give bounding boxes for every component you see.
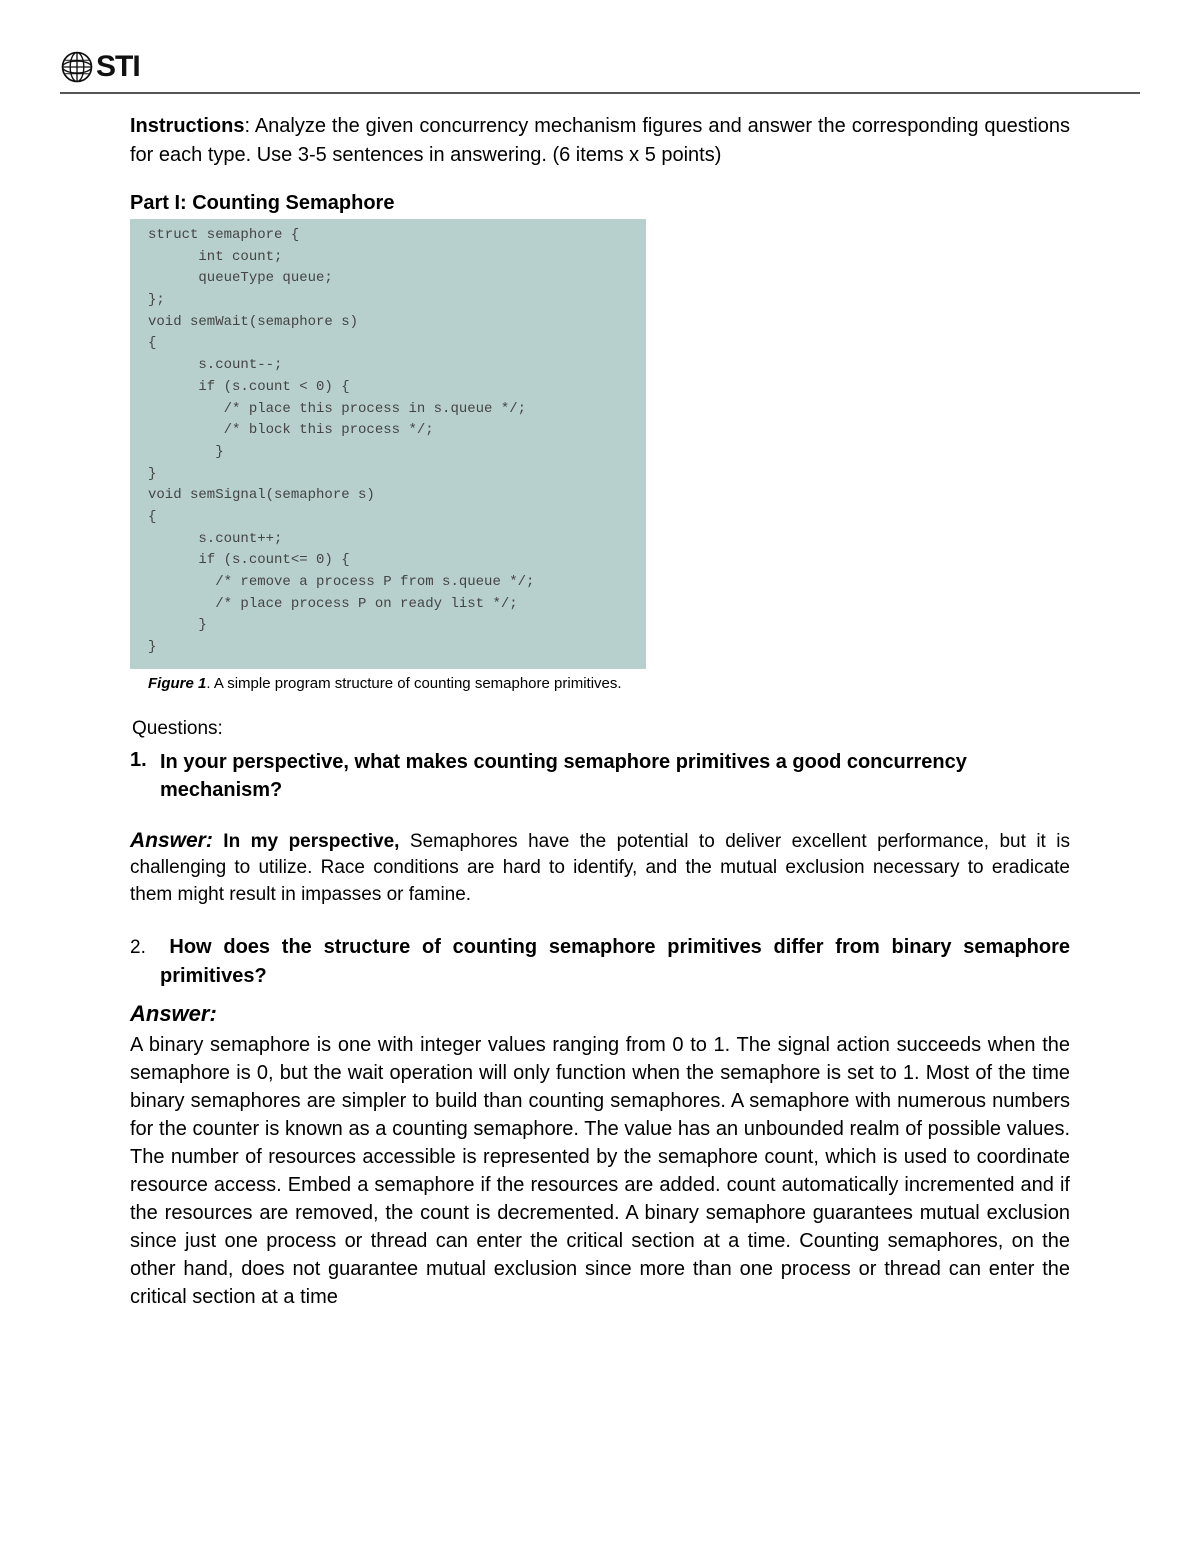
question-2-text: How does the structure of counting semap… — [160, 936, 1070, 987]
instructions-paragraph: Instructions: Analyze the given concurre… — [130, 112, 1070, 170]
question-1-text: In your perspective, what makes counting… — [130, 748, 1070, 804]
questions-intro: Questions: — [130, 718, 1070, 740]
answer-2-label: Answer: — [130, 1001, 1070, 1027]
figure-caption-label: Figure 1 — [148, 675, 206, 692]
brand-logo: STI — [60, 50, 140, 84]
part-1-heading: Part I: Counting Semaphore — [130, 192, 1070, 215]
document-content: Instructions: Analyze the given concurre… — [60, 112, 1140, 1311]
question-1: 1. In your perspective, what makes count… — [130, 746, 1070, 804]
page-header: STI — [60, 50, 1140, 94]
figure-caption-text: . A simple program structure of counting… — [206, 675, 621, 692]
question-2: 2. How does the structure of counting se… — [130, 933, 1070, 991]
instructions-label: Instructions — [130, 115, 244, 137]
answer-1-lead: In my perspective, — [213, 831, 400, 852]
answer-1-label: Answer: — [130, 829, 213, 852]
brand-text: STI — [96, 50, 140, 84]
answer-1: Answer: In my perspective, Semaphores ha… — [130, 826, 1070, 909]
globe-icon — [60, 50, 94, 84]
code-figure-1: struct semaphore { int count; queueType … — [130, 219, 646, 669]
question-1-number: 1. — [130, 746, 156, 774]
instructions-body: : Analyze the given concurrency mechanis… — [130, 115, 1070, 166]
question-2-number: 2. — [130, 937, 146, 958]
answer-2-body: A binary semaphore is one with integer v… — [130, 1031, 1070, 1311]
document-page: STI Instructions: Analyze the given conc… — [0, 0, 1200, 1371]
figure-1-caption: Figure 1. A simple program structure of … — [130, 675, 1070, 692]
